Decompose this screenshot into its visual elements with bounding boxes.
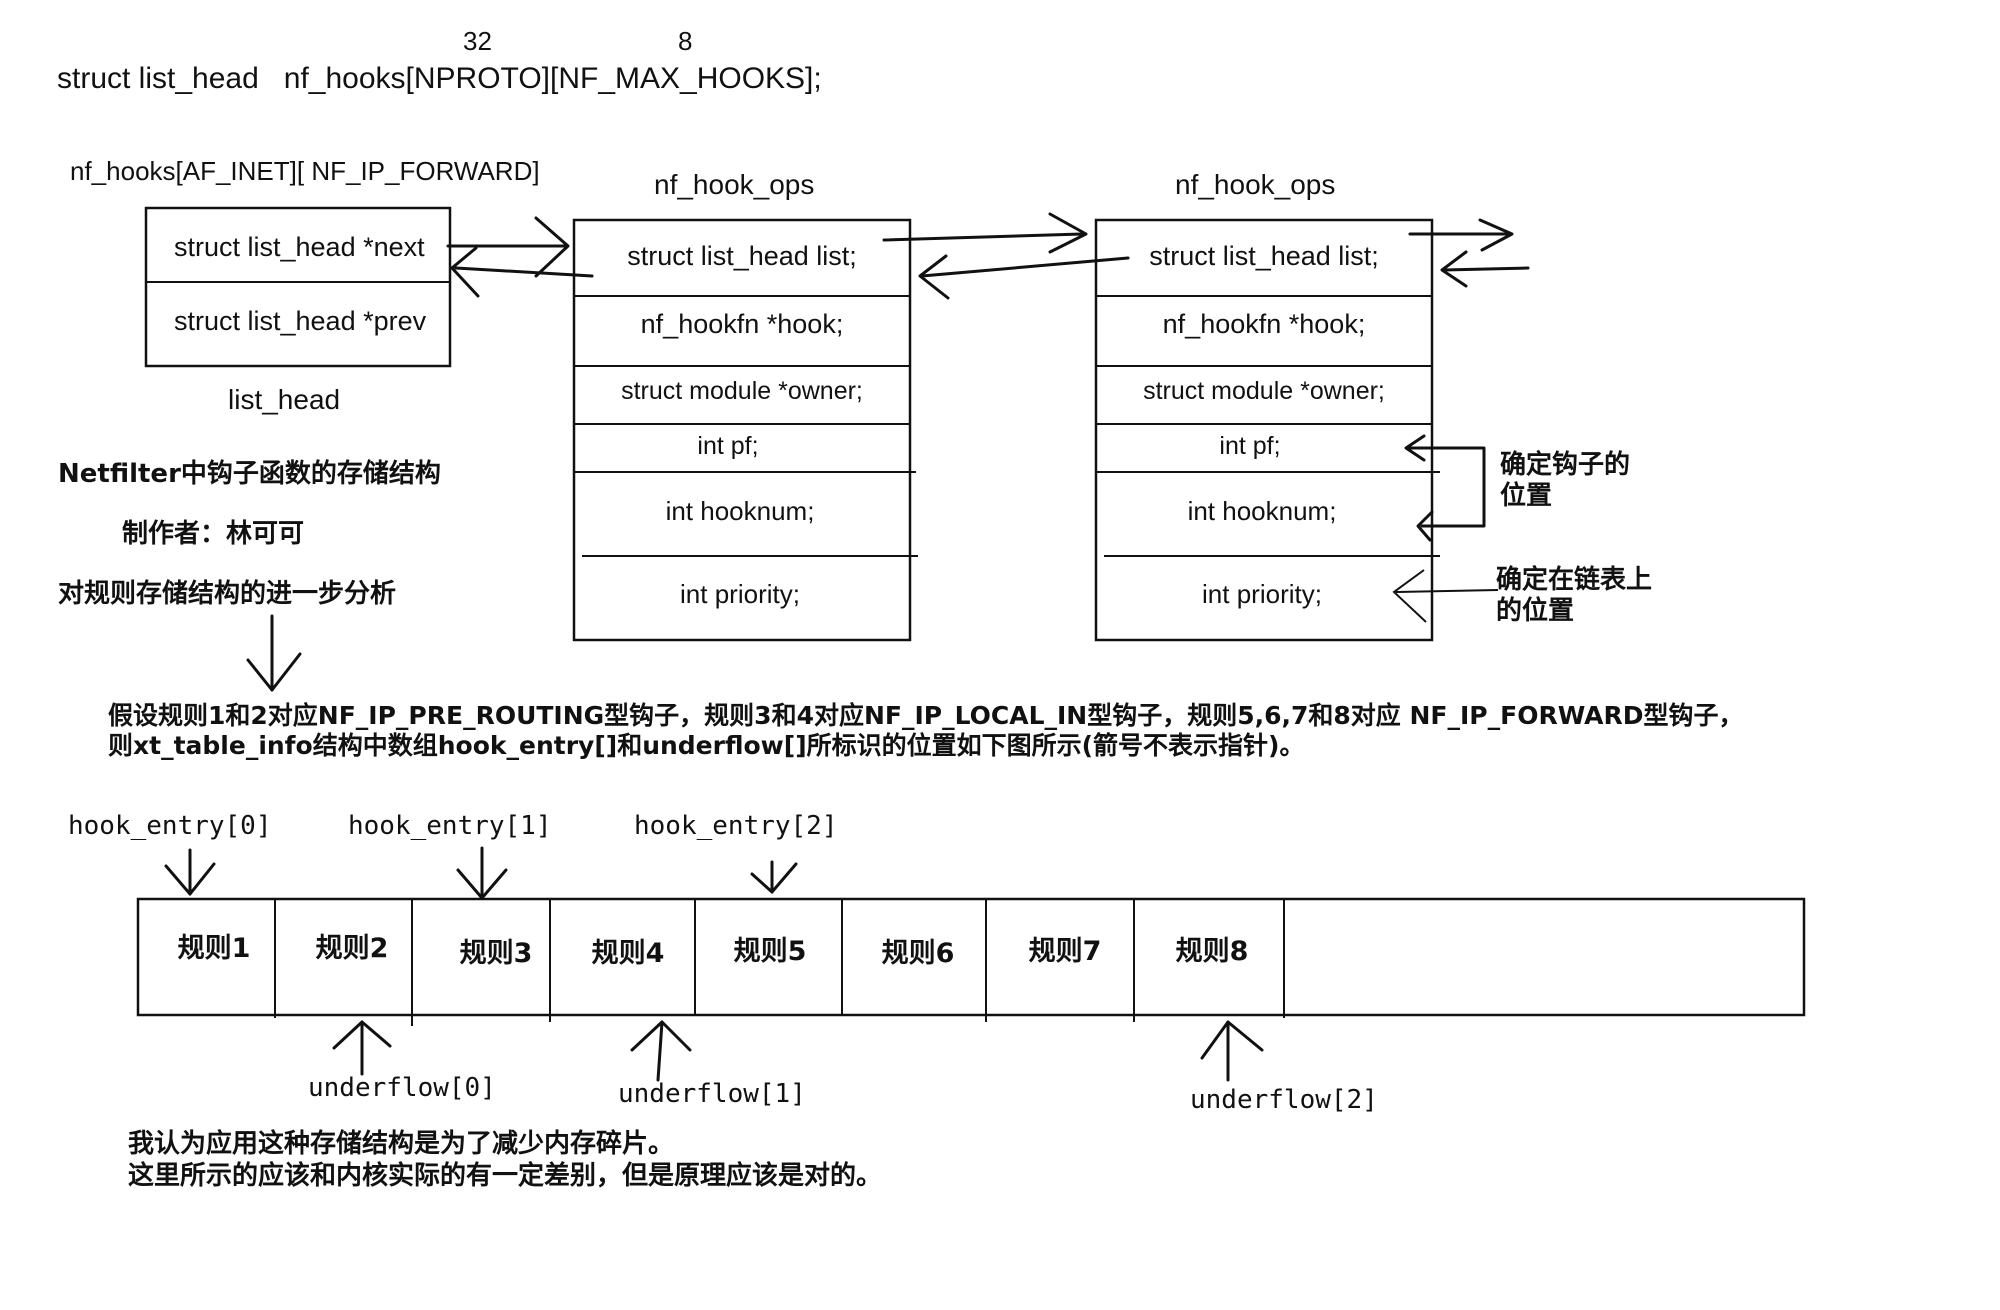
hook-ops-2-box xyxy=(1094,218,1440,642)
rule-cell-5: 规则5 xyxy=(734,936,807,967)
rule-cell-7: 规则7 xyxy=(1029,936,1102,967)
hook-ops-2-owner-field: struct module *owner; xyxy=(1143,377,1385,405)
assumption-line-2: 则xt_table_info结构中数组hook_entry[]和underflo… xyxy=(108,731,1304,760)
rule-cell-8: 规则8 xyxy=(1176,936,1249,967)
ops1-to-ops2-arrow xyxy=(882,212,1088,254)
hook-entry-1-arrow xyxy=(456,846,508,900)
dim-nproto-label: 32 xyxy=(463,26,492,56)
nf-hooks-declaration: struct list_head nf_hooks[NPROTO][NF_MAX… xyxy=(57,62,822,95)
list-position-note-line1: 确定在链表上 xyxy=(1496,564,1652,595)
rule-cell-2: 规则2 xyxy=(316,933,389,964)
hook-entry-2-label: hook_entry[2] xyxy=(634,811,838,841)
hook-entry-0-arrow xyxy=(164,848,216,896)
rule-cell-4: 规则4 xyxy=(592,938,665,969)
hook-ops-1-owner-field: struct module *owner; xyxy=(621,377,863,405)
hook-ops-2-title: nf_hook_ops xyxy=(1175,169,1335,200)
hook-ops-1-list-field: struct list_head list; xyxy=(627,241,857,271)
conclusion-line-2: 这里所示的应该和内核实际的有一定差别，但是原理应该是对的。 xyxy=(128,1160,882,1191)
hook-entry-0-label: hook_entry[0] xyxy=(68,811,272,841)
hook-ops-1-pf-field: int pf; xyxy=(697,432,758,460)
underflow-0-label: underflow[0] xyxy=(308,1073,496,1103)
hook-ops-2-priority-field: int priority; xyxy=(1202,579,1322,609)
conclusion-line-1: 我认为应用这种存储结构是为了减少内存碎片。 xyxy=(128,1128,674,1159)
list-head-caption: list_head xyxy=(228,384,340,415)
dim-max-hooks-label: 8 xyxy=(678,26,692,56)
hook-ops-1-hooknum-field: int hooknum; xyxy=(666,496,815,526)
rule-cell-6: 规则6 xyxy=(882,938,955,969)
list-position-note-line2: 的位置 xyxy=(1496,595,1574,626)
hook-ops-2-hooknum-field: int hooknum; xyxy=(1188,496,1337,526)
underflow-2-arrow xyxy=(1200,1020,1264,1082)
array-element-label: nf_hooks[AF_INET][ NF_IP_FORWARD] xyxy=(70,156,540,186)
list-head-prev-field: struct list_head *prev xyxy=(174,306,427,336)
rule-cell-1: 规则1 xyxy=(178,933,251,964)
diagram-canvas: 32 8 struct list_head nf_hooks[NPROTO][N… xyxy=(0,0,2000,1310)
further-analysis-label: 对规则存储结构的进一步分析 xyxy=(58,578,396,609)
analysis-down-arrow xyxy=(246,614,302,692)
prev-pointer-arrow xyxy=(450,246,594,298)
author-credit: 制作者：林可可 xyxy=(122,519,304,549)
underflow-2-label: underflow[2] xyxy=(1190,1085,1378,1115)
underflow-0-arrow xyxy=(332,1020,392,1076)
hook-entry-1-label: hook_entry[1] xyxy=(348,811,552,841)
hook-position-note-line1: 确定钩子的 xyxy=(1500,449,1630,480)
assumption-line-1: 假设规则1和2对应NF_IP_PRE_ROUTING型钩子，规则3和4对应NF_… xyxy=(108,701,1744,730)
hook-ops-2-hook-field: nf_hookfn *hook; xyxy=(1163,309,1366,339)
rule-cell-3: 规则3 xyxy=(460,938,533,969)
netfilter-diagram: 32 8 struct list_head nf_hooks[NPROTO][N… xyxy=(57,26,1806,1191)
storage-structure-title: Netfilter中钩子函数的存储结构 xyxy=(58,458,441,489)
hook-ops-2-pf-field: int pf; xyxy=(1219,432,1280,460)
hook-ops-1-title: nf_hook_ops xyxy=(654,169,814,200)
hook-ops-1-hook-field: nf_hookfn *hook; xyxy=(641,309,844,339)
underflow-1-label: underflow[1] xyxy=(618,1079,806,1109)
hook-ops-1-priority-field: int priority; xyxy=(680,579,800,609)
underflow-1-arrow xyxy=(630,1020,692,1082)
hook-entry-2-arrow xyxy=(750,860,798,894)
ops2-prev-arrow xyxy=(1440,250,1530,288)
hook-ops-1-box xyxy=(572,218,918,642)
hook-position-note-line2: 位置 xyxy=(1500,480,1552,511)
hook-ops-2-list-field: struct list_head list; xyxy=(1149,241,1379,271)
list-head-next-field: struct list_head *next xyxy=(174,232,425,262)
